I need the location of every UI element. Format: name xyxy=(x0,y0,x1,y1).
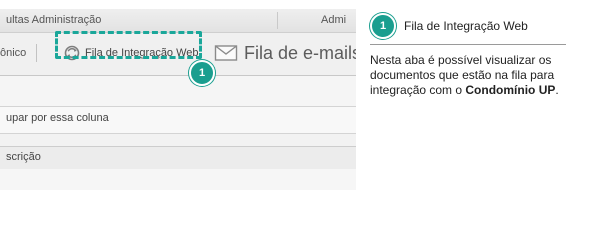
toolbar-strip xyxy=(0,76,356,107)
annotation-header: 1 Fila de Integração Web xyxy=(370,13,566,39)
tab-previous[interactable]: ônico xyxy=(0,39,38,67)
menu-bar: ultas Administração Admi xyxy=(0,9,356,33)
annotation-description-bold: Condomínio UP xyxy=(465,83,556,97)
group-by-column-row[interactable]: upar por essa coluna xyxy=(0,107,356,134)
grid-header-row: scrição xyxy=(0,146,356,170)
tab-previous-label: ônico xyxy=(0,47,27,59)
annotation-panel: 1 Fila de Integração Web Nesta aba é pos… xyxy=(370,13,566,98)
grid-body xyxy=(0,169,356,190)
group-by-column-hint: upar por essa coluna xyxy=(6,112,109,124)
callout-marker: 1 xyxy=(370,13,396,39)
menu-item-administracao[interactable]: Admi xyxy=(321,14,346,26)
tab-fila-de-e-mails-label: Fila de e-mails xyxy=(244,42,356,63)
annotation-divider xyxy=(370,44,566,45)
annotation-description-end: . xyxy=(555,83,559,97)
menu-divider xyxy=(277,12,278,29)
envelope-icon xyxy=(214,45,238,61)
tab-separator xyxy=(36,44,38,62)
annotation-title: Fila de Integração Web xyxy=(404,19,528,33)
callout-marker: 1 xyxy=(189,60,215,86)
highlight-dashed-box xyxy=(55,31,202,59)
annotation-description: Nesta aba é possível visualizar os docum… xyxy=(370,53,566,98)
tab-fila-de-e-mails[interactable]: Fila de e-mails xyxy=(214,39,356,67)
column-header-descricao[interactable]: scrição xyxy=(6,151,41,163)
tutorial-canvas: ultas Administração Admi ônico Fila de I… xyxy=(0,0,600,210)
menu-item-consultas-administracao[interactable]: ultas Administração xyxy=(6,14,101,26)
